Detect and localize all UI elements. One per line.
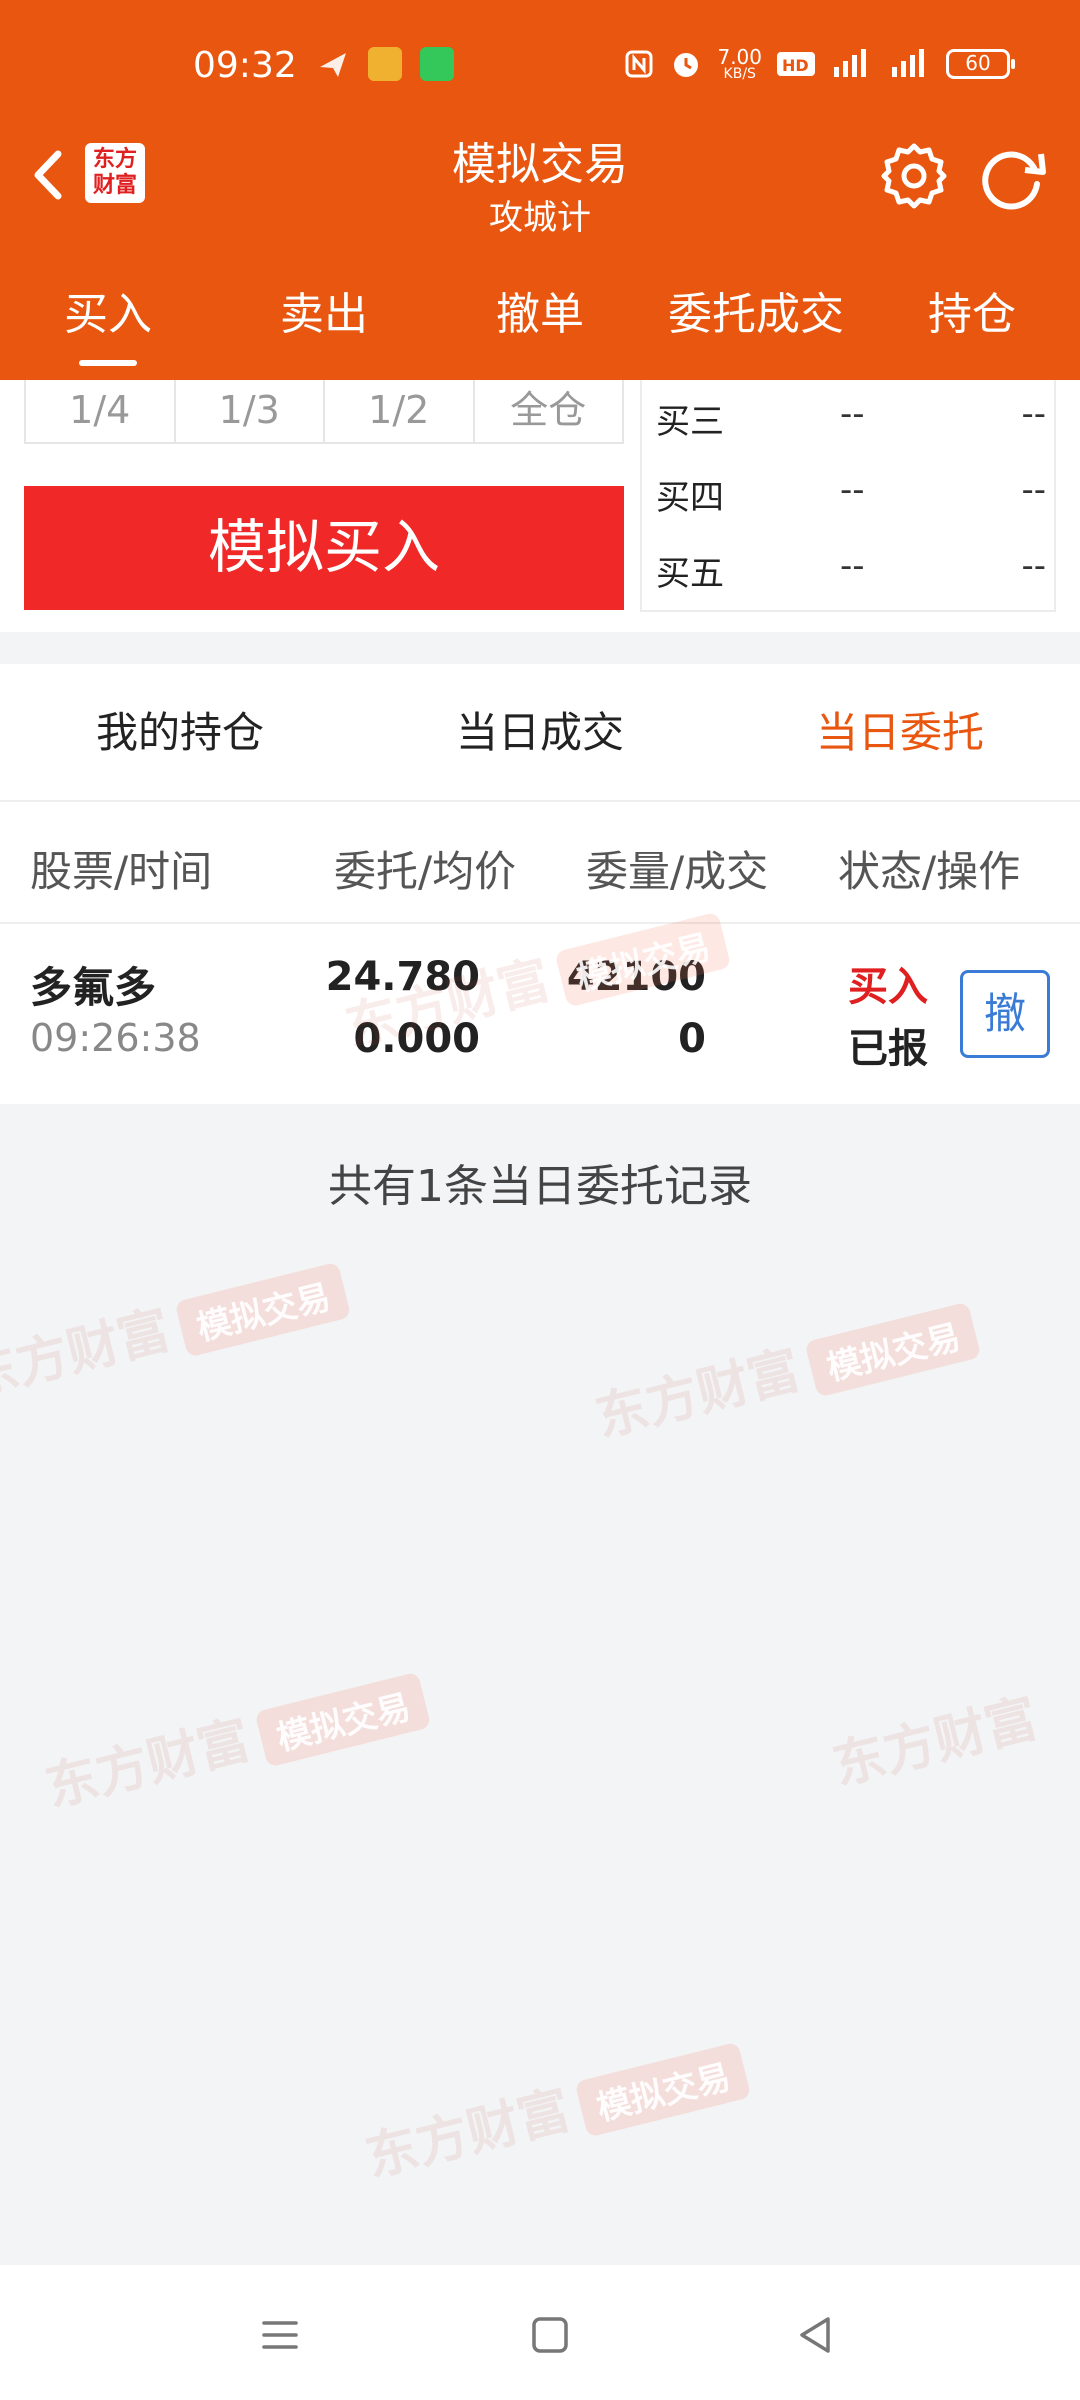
- net-speed-unit: KB/S: [723, 66, 756, 82]
- depth-price: --: [840, 394, 865, 434]
- status-bar: 09:32 7.00 KB/S HD 60: [0, 45, 1080, 95]
- watermark-tag: 模拟交易: [804, 1301, 982, 1398]
- order-book-depth: 买三 -- -- 买四 -- -- 买五 -- --: [640, 380, 1056, 612]
- average-price: 0.000: [353, 1016, 480, 1062]
- stock-name: 多氟多: [30, 963, 157, 1012]
- fraction-all-button[interactable]: 全仓: [475, 380, 623, 442]
- app-notification-icon: [368, 47, 402, 81]
- tab-sell[interactable]: 卖出: [216, 270, 432, 360]
- order-direction: 买入: [848, 964, 928, 1010]
- subtab-my-positions[interactable]: 我的持仓: [0, 664, 360, 800]
- watermark: 东方财富模拟交易: [587, 1284, 982, 1451]
- watermark-text: 东方财富: [827, 1688, 1044, 1798]
- depth-label: 买三: [656, 402, 724, 442]
- trade-tabs: 买入 卖出 撤单 委托成交 持仓: [0, 270, 1080, 360]
- system-icons: 7.00 KB/S HD 60: [623, 47, 1015, 81]
- depth-volume: --: [1021, 470, 1046, 510]
- notification-icons: [316, 47, 454, 81]
- refresh-icon[interactable]: [975, 140, 1050, 212]
- depth-label: 买四: [656, 478, 724, 518]
- header-bar: 09:32 7.00 KB/S HD 60 东方 财富 模拟交易 攻城计 买入 卖出: [0, 0, 1080, 380]
- signal-5g-icon: [834, 49, 866, 77]
- watermark-tag: 模拟交易: [174, 1261, 352, 1358]
- depth-label: 买五: [656, 554, 724, 594]
- gear-icon[interactable]: [878, 140, 950, 212]
- back-triangle-icon[interactable]: [786, 2305, 846, 2365]
- column-price-avg: 委托/均价: [334, 847, 517, 896]
- tab-orders-trades[interactable]: 委托成交: [648, 270, 864, 360]
- home-square-icon[interactable]: [520, 2305, 580, 2365]
- record-subtabs: 我的持仓 当日成交 当日委托: [0, 664, 1080, 802]
- position-fraction-group: 1/4 1/3 1/2 全仓: [24, 380, 624, 444]
- column-qty-filled: 委量/成交: [586, 847, 769, 896]
- fraction-half-button[interactable]: 1/2: [325, 380, 475, 442]
- column-stock-time: 股票/时间: [30, 847, 213, 896]
- orders-summary: 共有1条当日委托记录: [328, 1161, 752, 1212]
- order-status: 已报: [848, 1026, 928, 1072]
- subtab-today-orders[interactable]: 当日委托: [720, 664, 1080, 800]
- watermark-tag: 模拟交易: [574, 2041, 752, 2138]
- depth-row-bid4: 买四 -- --: [656, 456, 1046, 528]
- depth-price: --: [840, 546, 865, 586]
- order-quantity: 42100: [566, 954, 706, 1000]
- menu-icon[interactable]: [250, 2305, 310, 2365]
- order-price: 24.780: [325, 954, 480, 1000]
- watermark-tag: 模拟交易: [254, 1671, 432, 1768]
- depth-row-bid3: 买三 -- --: [656, 380, 1046, 452]
- watermark-text: 东方财富: [589, 1340, 807, 1449]
- net-speed: 7.00 KB/S: [717, 47, 762, 81]
- send-icon: [320, 53, 346, 77]
- alarm-icon: [674, 53, 699, 77]
- tab-buy[interactable]: 买入: [0, 270, 216, 360]
- fraction-quarter-button[interactable]: 1/4: [26, 380, 176, 442]
- depth-volume: --: [1021, 546, 1046, 586]
- depth-row-bid5: 买五 -- --: [656, 532, 1046, 604]
- battery-indicator: 60: [946, 49, 1015, 79]
- svg-text:HD: HD: [782, 56, 809, 75]
- table-row[interactable]: 多氟多 09:26:38 24.780 0.000 42100 0 买入 已报 …: [0, 924, 1080, 1104]
- status-time: 09:32: [193, 45, 297, 86]
- watermark-text: 东方财富: [39, 1710, 257, 1819]
- cancel-order-button[interactable]: 撤: [960, 970, 1050, 1058]
- simulated-buy-button[interactable]: 模拟买入: [24, 486, 624, 610]
- depth-price: --: [840, 470, 865, 510]
- watermark-text: 东方财富: [359, 2080, 577, 2189]
- column-status-action: 状态/操作: [838, 847, 1021, 896]
- watermark-text: 东方财富: [0, 1300, 177, 1409]
- shield-app-icon: [420, 47, 454, 81]
- watermark: 东方财富模拟交易: [37, 1654, 432, 1821]
- order-panel: 1/4 1/3 1/2 全仓 模拟买入 买三 -- -- 买四 -- -- 买五…: [0, 380, 1080, 632]
- orders-table-header: 股票/时间 委托/均价 委量/成交 状态/操作: [0, 802, 1080, 924]
- depth-volume: --: [1021, 394, 1046, 434]
- subtab-today-trades[interactable]: 当日成交: [360, 664, 720, 800]
- watermark: 东方财富: [824, 1676, 1044, 1799]
- system-nav-bar: [0, 2265, 1080, 2400]
- tab-positions[interactable]: 持仓: [864, 270, 1080, 360]
- filled-quantity: 0: [678, 1016, 706, 1062]
- hd-icon: HD: [777, 52, 815, 76]
- nfc-icon: [625, 50, 653, 78]
- watermark: 东方财富模拟交易: [357, 2024, 752, 2191]
- fraction-third-button[interactable]: 1/3: [176, 380, 325, 442]
- watermark: 东方财富模拟交易: [0, 1244, 352, 1411]
- order-time: 09:26:38: [30, 1016, 201, 1060]
- signal-5g-icon-2: [892, 49, 924, 77]
- tab-cancel[interactable]: 撤单: [432, 270, 648, 360]
- net-speed-value: 7.00: [717, 45, 762, 69]
